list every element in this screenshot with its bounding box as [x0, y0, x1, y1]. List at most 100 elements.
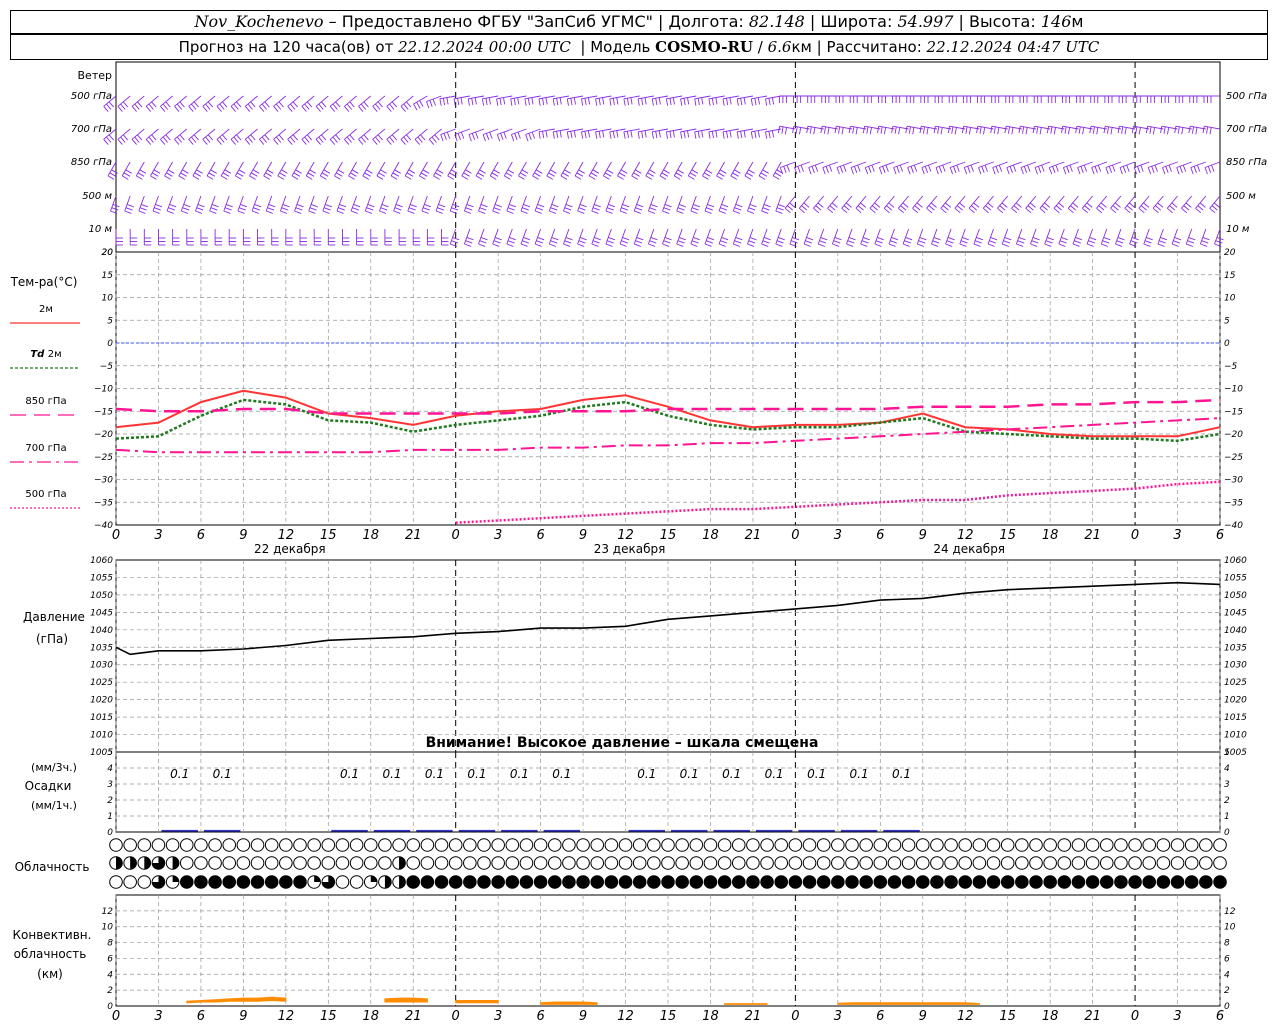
- wind-barb-feather: [233, 136, 239, 143]
- wind-barb-feather: [296, 203, 304, 208]
- conv-x-tick-label: 18: [702, 1009, 719, 1024]
- wind-barb-feather: [963, 167, 968, 175]
- wind-barb: [386, 95, 400, 107]
- wind-barb-feather: [145, 106, 152, 112]
- wind-barb-feather: [507, 240, 515, 244]
- wind-barb: [496, 95, 513, 100]
- cloud-cover-circle: [448, 838, 463, 852]
- cloud-cover-circle: [547, 856, 562, 870]
- wind-barb-feather: [509, 236, 516, 241]
- wind-barb-feather: [990, 126, 993, 134]
- cloud-cover-circle: [420, 856, 435, 870]
- wind-barb-feather: [1027, 205, 1034, 211]
- wind-barb-feather: [479, 169, 486, 174]
- wind-barb-feather: [335, 101, 341, 108]
- wind-barb-feather: [579, 236, 587, 241]
- wind-barb-feather: [1058, 243, 1066, 247]
- precip-axis-right-label: 5: [1224, 748, 1230, 758]
- cloud-cover-circle: [859, 856, 873, 870]
- cloud-cover-fill: [746, 875, 760, 889]
- wind-barb-feather: [676, 243, 684, 247]
- wind-barb-feather: [1055, 164, 1059, 172]
- wind-barb-feather: [1181, 207, 1188, 214]
- pressure-axis-right-label: 1055: [1224, 573, 1247, 583]
- wind-barb-feather: [346, 136, 352, 143]
- wind-barb-feather: [1138, 127, 1141, 135]
- wind-barb-feather: [868, 166, 872, 173]
- conv-x-tick-label: 9: [239, 1009, 247, 1024]
- pressure-axis-left-label: 1045: [90, 608, 113, 618]
- wind-barb-feather: [1146, 236, 1153, 241]
- wind-barb-feather: [619, 210, 627, 214]
- cloud-cover-fill: [194, 875, 208, 889]
- wind-barb-feather: [795, 126, 798, 134]
- wind-barb-feather: [620, 169, 628, 174]
- wind-barb-feather: [1039, 127, 1042, 135]
- wind-barb-feather: [866, 126, 869, 134]
- wind-barb-feather: [408, 169, 416, 174]
- conv-title-3: (км): [37, 967, 63, 981]
- wind-barb-feather: [893, 167, 897, 175]
- wind-barb-feather: [493, 169, 500, 174]
- wind-barb-feather: [701, 130, 704, 138]
- wind-barb-feather: [748, 169, 755, 174]
- wind-barb: [259, 95, 272, 107]
- wind-barb-feather: [513, 98, 516, 106]
- wind-barb-feather: [491, 172, 499, 177]
- wind-barb-feather: [880, 126, 883, 134]
- wind-barb-feather: [1089, 126, 1092, 134]
- wind-level-label-right: 500 м: [1226, 191, 1256, 202]
- cloud-cover-circle: [321, 856, 336, 870]
- wind-barb-feather: [914, 205, 921, 211]
- wind-barb-feather: [287, 139, 293, 145]
- wind-barb-feather: [181, 210, 189, 214]
- wind-barb: [454, 95, 470, 100]
- cloud-cover-circle: [1015, 838, 1029, 852]
- wind-barb-feather: [754, 131, 757, 139]
- wind-barb-feather: [404, 175, 412, 180]
- wind-barb-feather: [1196, 164, 1201, 172]
- wind-barb-feather: [304, 103, 310, 110]
- wind-barb-feather: [1045, 240, 1053, 244]
- cloud-cover-circle: [816, 856, 831, 870]
- wind-barb-feather: [192, 175, 200, 180]
- wind-barb-feather: [182, 169, 189, 174]
- wind-barb-feather: [499, 98, 502, 106]
- wind-barb-feather: [1126, 205, 1133, 211]
- wind-barb-feather: [552, 131, 555, 139]
- wind-barb-feather: [781, 126, 784, 134]
- wind-barb-feather: [1025, 127, 1028, 135]
- wind-barb-feather: [669, 131, 672, 139]
- wind-barb-feather: [637, 131, 640, 139]
- precip-bar: [755, 829, 793, 832]
- conv-axis-right-label: 10: [1224, 923, 1236, 933]
- wind-barb-feather: [813, 127, 816, 135]
- wind-barb-feather: [993, 126, 996, 134]
- wind-barb: [315, 95, 329, 107]
- wind-barb-feather: [1048, 167, 1053, 175]
- wind-barb-feather: [117, 139, 123, 145]
- cloud-cover-fill: [534, 875, 547, 889]
- wind-barb-feather: [707, 203, 715, 208]
- cloud-cover-fill: [208, 875, 222, 889]
- wind-barb-feather: [1117, 236, 1125, 241]
- wind-barb: [595, 95, 612, 100]
- wind-barb-feather: [292, 101, 298, 108]
- wind-barb-feather: [309, 207, 317, 211]
- wind-barb-feather: [522, 240, 529, 244]
- wind-barb-feather: [433, 175, 440, 180]
- wind-barb: [202, 128, 216, 140]
- wind-barb-feather: [1086, 202, 1093, 208]
- wind-barb-feather: [406, 134, 412, 141]
- conv-x-tick-label: 3: [494, 1009, 502, 1024]
- wind-barb-feather: [581, 98, 584, 106]
- wind-level-label-left: 500 м: [82, 191, 112, 202]
- wind-barb-feather: [691, 169, 699, 174]
- wind-barb-feather: [749, 203, 757, 208]
- cloud-cover-circle: [463, 856, 477, 870]
- wind-barb-feather: [1084, 205, 1091, 211]
- wind-barb-feather: [1157, 243, 1165, 247]
- wind-barb-feather: [151, 172, 159, 177]
- conv-x-tick-label: 6: [1216, 1009, 1224, 1024]
- cloud-cover-circle: [1184, 838, 1199, 852]
